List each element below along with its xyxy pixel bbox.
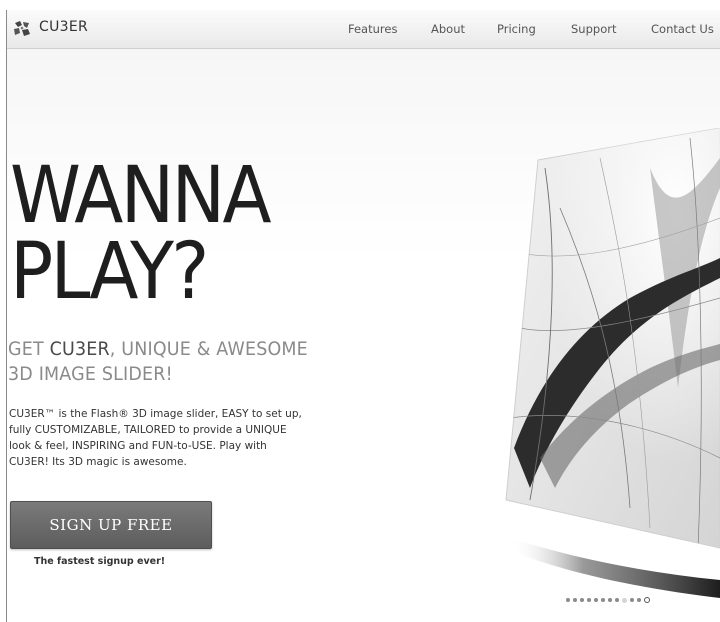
subhead-line-2: 3D IMAGE SLIDER! [8,363,173,385]
signup-note: The fastest signup ever! [34,556,166,567]
top-strip [6,0,720,10]
description-line: fully CUSTOMIZABLE, TAILORED to provide … [9,424,287,436]
nav-support[interactable]: Support [571,22,616,36]
hero-headline: WANNA PLAY? [10,157,272,311]
slider-dot[interactable] [601,598,605,602]
slider-dot[interactable] [622,597,627,603]
slider-dot[interactable] [644,597,650,603]
slider-dot[interactable] [615,598,619,602]
slider-dot[interactable] [594,598,598,602]
nav-about[interactable]: About [431,22,465,36]
cube-logo-icon[interactable] [12,19,32,39]
logo-text[interactable]: CU3ER [39,19,88,35]
slider-dot[interactable] [580,598,584,602]
subhead-brand: CU3ER [49,338,110,360]
hero-description: CU3ER™ is the Flash® 3D image slider, EA… [9,406,329,470]
slider-dot[interactable] [573,598,577,602]
slider-image [505,127,720,598]
slider-pagination [566,597,650,603]
nav-features[interactable]: Features [348,22,397,36]
description-line: CU3ER™ is the Flash® 3D image slider, EA… [9,408,302,420]
slider-dot[interactable] [587,598,591,602]
description-line: CU3ER! Its 3D magic is awesome. [9,456,187,468]
headline-line-2: PLAY? [10,227,209,317]
slider-dot[interactable] [637,598,641,602]
nav-pricing[interactable]: Pricing [497,22,536,36]
slider-dot[interactable] [566,598,570,602]
subhead-prefix: GET [8,338,50,360]
description-line: look & feel, INSPIRING and FUN-to-USE. P… [9,440,267,452]
nav-contact-us[interactable]: Contact Us [651,22,714,36]
subhead-suffix: , UNIQUE & AWESOME [109,338,308,360]
image-slider[interactable] [500,127,720,598]
navbar: CU3ER Features About Pricing Support Con… [7,10,720,49]
slider-dot[interactable] [630,598,634,602]
slider-dot[interactable] [608,598,612,602]
sign-up-free-button[interactable]: SIGN UP FREE [10,501,212,549]
hero-subheading: GET CU3ER, UNIQUE & AWESOME 3D IMAGE SLI… [8,337,394,387]
